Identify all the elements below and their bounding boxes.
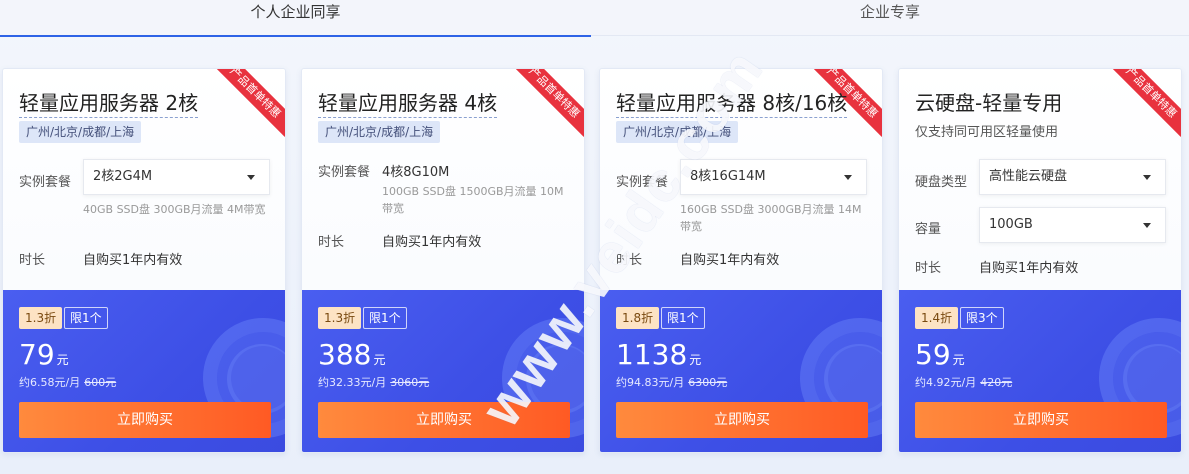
per-month-price: 约94.83元/月 6300元	[616, 374, 727, 390]
price-value: 1138	[616, 338, 688, 371]
price-unit: 元	[689, 353, 702, 367]
plan-select[interactable]: 2核2G4M	[83, 159, 270, 195]
price-panel: 1.3折 限1个 388 元 约32.33元/月 3060元 立即购买	[302, 290, 584, 452]
per-month-price: 约4.92元/月 420元	[915, 374, 1012, 390]
product-card-8-16core: 产品首单特惠 轻量应用服务器 8核/16核 广州/北京/成都/上海 实例套餐 8…	[599, 68, 883, 453]
buy-button[interactable]: 立即购买	[318, 402, 570, 438]
plan-spec: 100GB SSD盘 1500GB月流量 10M带宽	[382, 185, 564, 215]
per-month-price: 约32.33元/月 3060元	[318, 374, 429, 390]
price-unit: 元	[952, 353, 965, 367]
capacity-label: 容量	[915, 222, 942, 237]
promo-ribbon: 产品首单特惠	[1107, 69, 1181, 137]
card-title: 轻量应用服务器 2核	[19, 87, 199, 118]
region-badge: 广州/北京/成都/上海	[318, 121, 441, 143]
discount-badge: 1.4折	[915, 307, 959, 329]
buy-button[interactable]: 立即购买	[19, 402, 271, 438]
discount-badge: 1.3折	[318, 307, 362, 329]
original-price: 3060元	[390, 376, 430, 389]
product-card-cloud-disk: 产品首单特惠 云硬盘-轻量专用 仅支持同可用区轻量使用 硬盘类型 高性能云硬盘 …	[898, 68, 1182, 453]
card-title: 轻量应用服务器 4核	[318, 87, 498, 118]
duration-value: 自购买1年内有效	[83, 253, 183, 268]
original-price: 600元	[84, 376, 117, 389]
per-month-price: 约6.58元/月 600元	[19, 374, 116, 390]
tab-bar: 个人企业同享 企业专享	[0, 0, 1189, 37]
discount-badge: 1.8折	[616, 307, 660, 329]
plan-select-value: 8核16G14M	[690, 169, 766, 184]
promo-ribbon: 产品首单特惠	[510, 69, 584, 137]
buy-button[interactable]: 立即购买	[915, 402, 1167, 438]
promo-ribbon: 产品首单特惠	[211, 69, 285, 137]
plan-select-value: 2核2G4M	[93, 169, 153, 184]
disk-type-select[interactable]: 高性能云硬盘	[979, 159, 1166, 195]
price-value: 388	[318, 338, 372, 371]
plan-label: 实例套餐	[19, 175, 72, 190]
disk-type-value: 高性能云硬盘	[989, 169, 1068, 184]
chevron-down-icon	[1143, 223, 1151, 228]
duration-label: 时长	[616, 253, 643, 268]
price-unit: 元	[373, 353, 386, 367]
per-month-value: 约94.83元/月	[616, 376, 685, 389]
per-month-value: 约32.33元/月	[318, 376, 387, 389]
duration-label: 时长	[318, 235, 345, 250]
buy-button[interactable]: 立即购买	[616, 402, 868, 438]
price-unit: 元	[56, 353, 69, 367]
plan-select[interactable]: 8核16G14M	[680, 159, 867, 195]
plan-value: 4核8G10M	[382, 165, 450, 180]
limit-badge: 限1个	[64, 307, 108, 329]
chevron-down-icon	[247, 175, 255, 180]
limit-badge: 限1个	[661, 307, 705, 329]
duration-label: 时长	[915, 261, 942, 276]
card-title: 轻量应用服务器 8核/16核	[616, 87, 848, 118]
product-card-2core: 产品首单特惠 轻量应用服务器 2核 广州/北京/成都/上海 实例套餐 2核2G4…	[2, 68, 286, 453]
capacity-value: 100GB	[989, 217, 1033, 232]
price: 388 元	[318, 338, 385, 371]
price: 79 元	[19, 338, 69, 371]
tab-personal-enterprise[interactable]: 个人企业同享	[0, 0, 591, 37]
duration-label: 时长	[19, 253, 46, 268]
price: 1138 元	[616, 338, 701, 371]
chevron-down-icon	[1143, 175, 1151, 180]
region-badge: 广州/北京/成都/上海	[19, 121, 142, 143]
tab-enterprise-only[interactable]: 企业专享	[591, 0, 1189, 36]
discount-badge: 1.3折	[19, 307, 63, 329]
plan-label: 实例套餐	[616, 175, 669, 190]
duration-value: 自购买1年内有效	[979, 261, 1079, 276]
plan-label: 实例套餐	[318, 165, 371, 180]
capacity-select[interactable]: 100GB	[979, 207, 1166, 243]
limit-badge: 限3个	[960, 307, 1004, 329]
price-panel: 1.3折 限1个 79 元 约6.58元/月 600元 立即购买	[3, 290, 285, 452]
per-month-value: 约4.92元/月	[915, 376, 977, 389]
duration-value: 自购买1年内有效	[382, 235, 482, 250]
original-price: 420元	[980, 376, 1013, 389]
product-card-4core: 产品首单特惠 轻量应用服务器 4核 广州/北京/成都/上海 实例套餐 4核8G1…	[301, 68, 585, 453]
region-badge: 广州/北京/成都/上海	[616, 121, 739, 143]
price-value: 59	[915, 338, 951, 371]
price-value: 79	[19, 338, 55, 371]
price-panel: 1.4折 限3个 59 元 约4.92元/月 420元 立即购买	[899, 290, 1181, 452]
original-price: 6300元	[688, 376, 728, 389]
per-month-value: 约6.58元/月	[19, 376, 81, 389]
price-panel: 1.8折 限1个 1138 元 约94.83元/月 6300元 立即购买	[600, 290, 882, 452]
card-subtitle: 仅支持同可用区轻量使用	[915, 125, 1059, 140]
disk-type-label: 硬盘类型	[915, 175, 968, 190]
card-title: 云硬盘-轻量专用	[915, 91, 1063, 115]
plan-spec: 160GB SSD盘 3000GB月流量 14M带宽	[680, 203, 862, 233]
limit-badge: 限1个	[363, 307, 407, 329]
duration-value: 自购买1年内有效	[680, 253, 780, 268]
chevron-down-icon	[844, 175, 852, 180]
plan-spec: 40GB SSD盘 300GB月流量 4M带宽	[83, 203, 266, 216]
price: 59 元	[915, 338, 965, 371]
